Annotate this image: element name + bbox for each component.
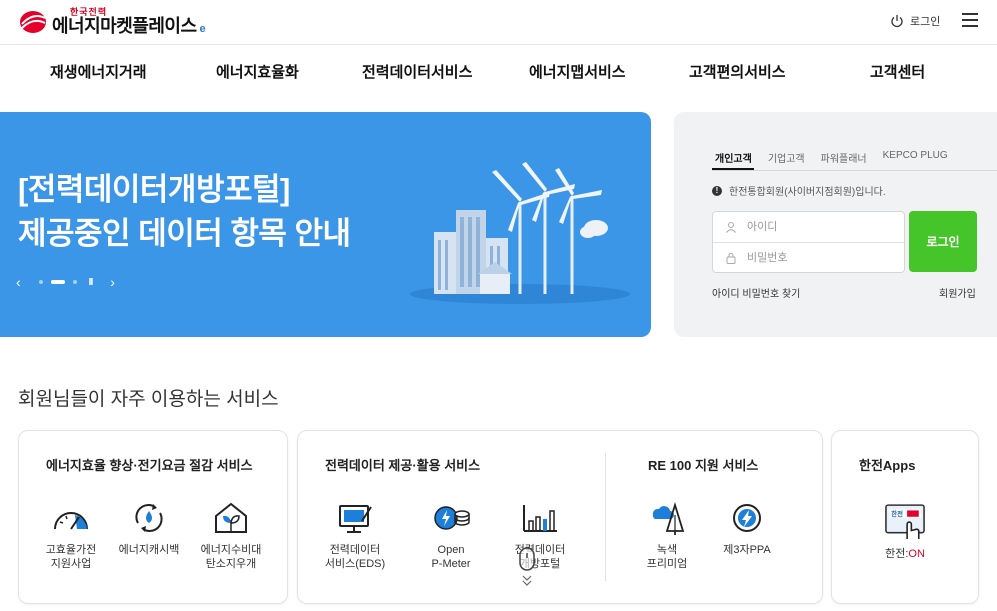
svc-label: 에너지수비대 탄소지우개: [200, 544, 262, 570]
svc-label: 전력데이터 서비스(EDS): [324, 544, 386, 570]
hero-title-line2: 제공중인 데이터 항목 안내: [18, 216, 351, 251]
kepco-on-app-icon: 한전: [885, 504, 925, 539]
svg-text:한전: 한전: [891, 509, 903, 518]
kepco-apps-card: 한전Apps 한전 한전:ON: [831, 430, 979, 604]
app-label-suffix: ON: [908, 548, 925, 560]
svc-open-p-meter[interactable]: Open P-Meter: [411, 501, 491, 571]
app-label-prefix: 한전:: [885, 548, 909, 560]
find-id-password-link[interactable]: 아이디 비밀번호 찾기: [712, 285, 800, 300]
frequent-services-title: 회원님들이 자주 이용하는 서비스: [18, 389, 279, 410]
login-notice-text: 한전통합회원(사이버지점회원)입니다.: [729, 187, 886, 198]
nav-item-efficiency[interactable]: 에너지효율화: [216, 61, 299, 82]
nav-item-power-data[interactable]: 전력데이터서비스: [362, 61, 472, 82]
tab-kepco-plug[interactable]: KEPCO PLUG: [880, 150, 950, 170]
hero-pager: ‹ II ›: [16, 274, 115, 290]
nav-item-customer-center[interactable]: 고객센터: [870, 61, 925, 82]
info-icon: !: [712, 185, 722, 196]
leaf-house-icon: [215, 502, 247, 533]
password-input[interactable]: [745, 251, 899, 265]
id-field-row: [713, 212, 904, 242]
svc-power-data-portal[interactable]: 전력데이터 개방포털: [500, 501, 580, 571]
card2-title-re100: RE 100 지원 서비스: [648, 458, 759, 473]
svc-label: Open P-Meter: [431, 544, 471, 570]
meter-coins-icon: [434, 506, 470, 530]
svc-kepco-on-app[interactable]: 한전 한전:ON: [865, 503, 945, 561]
cloud-tree-icon: [652, 501, 685, 535]
login-panel: 개인고객 기업고객 파워플래너 KEPCO PLUG ! 한전통합회원(사이버지…: [674, 112, 997, 337]
nav-item-customer-convenience[interactable]: 고객편의서비스: [689, 61, 786, 82]
join-link[interactable]: 회원가입: [939, 285, 976, 300]
user-icon: [726, 222, 736, 233]
nav-item-renewable[interactable]: 재생에너지거래: [50, 61, 147, 82]
lock-icon: [726, 253, 736, 264]
hero-title-line1: [전력데이터개방포털]: [18, 172, 290, 207]
logo-title: 에너지마켓플레이스: [52, 16, 197, 36]
monitor-pen-icon: [339, 505, 372, 533]
tab-business[interactable]: 기업고객: [765, 150, 807, 170]
bar-chart-icon: [523, 505, 557, 532]
svc-energy-guard-carbon-eraser[interactable]: 에너지수비대 탄소지우개: [191, 501, 271, 571]
water-drop-cycle-icon: [135, 504, 163, 532]
tab-personal[interactable]: 개인고객: [712, 150, 754, 170]
svc-eds[interactable]: 전력데이터 서비스(EDS): [315, 501, 395, 571]
svc-high-efficiency-appliance[interactable]: 고효율가전 지원사업: [31, 501, 111, 571]
hero-banner[interactable]: [전력데이터개방포털] 제공중인 데이터 항목 안내 ‹ II ›: [0, 112, 651, 337]
svc-green-premium[interactable]: 녹색 프리미엄: [627, 501, 707, 571]
svc-label: 전력데이터 개방포털: [514, 544, 566, 570]
svc-label: 녹색 프리미엄: [646, 544, 688, 570]
power-icon: [891, 15, 903, 28]
svc-label: 에너지캐시백: [118, 544, 180, 556]
hero-title: [전력데이터개방포털] 제공중인 데이터 항목 안내: [18, 168, 351, 256]
login-button[interactable]: 로그인: [909, 211, 977, 272]
header-login-link[interactable]: 로그인: [890, 13, 940, 29]
id-input[interactable]: [745, 220, 899, 234]
hero-dot-2[interactable]: [50, 280, 65, 284]
kepco-logo-mark-icon: [20, 11, 46, 33]
login-tabs: 개인고객 기업고객 파워플래너 KEPCO PLUG: [712, 150, 997, 171]
svc-third-party-ppa[interactable]: 제3자PPA: [707, 501, 787, 557]
data-and-re100-card: 전력데이터 제공·활용 서비스 RE 100 지원 서비스 전력데이터 서비스(…: [297, 430, 823, 604]
efficiency-services-card: 에너지효율 향상·전기요금 절감 서비스 고효율가전 지원사업 에너지캐시백 에…: [18, 430, 288, 604]
card2-title-data: 전력데이터 제공·활용 서비스: [325, 458, 481, 473]
card2-divider: [605, 453, 606, 581]
header-login-label: 로그인: [910, 16, 941, 28]
nav-item-energy-map[interactable]: 에너지맵서비스: [529, 61, 626, 82]
password-field-row: [713, 242, 904, 273]
hero-next-button[interactable]: ›: [110, 274, 115, 290]
login-fields: [712, 211, 905, 273]
scroll-down-indicator-icon: [519, 547, 535, 586]
kepco-logo[interactable]: 한국전력 에너지마켓플레이스 e: [18, 8, 206, 36]
hero-prev-button[interactable]: ‹: [16, 274, 21, 290]
svc-label: 제3자PPA: [723, 544, 771, 556]
hero-dot-1[interactable]: [38, 280, 43, 284]
hero-dot-3[interactable]: [72, 280, 77, 284]
hamburger-menu-icon[interactable]: [962, 13, 978, 27]
header: 한국전력 에너지마켓플레이스 e 로그인: [0, 0, 997, 45]
card1-title: 에너지효율 향상·전기요금 절감 서비스: [46, 458, 253, 473]
login-notice: ! 한전통합회원(사이버지점회원)입니다.: [712, 183, 886, 198]
tab-power-planner[interactable]: 파워플래너: [818, 150, 869, 170]
gauge-icon: [54, 512, 88, 530]
card3-title: 한전Apps: [859, 458, 916, 473]
logo-badge: e: [199, 23, 206, 35]
main-nav: 재생에너지거래 에너지효율화 전력데이터서비스 에너지맵서비스 고객편의서비스 …: [0, 45, 997, 95]
app-label: 한전:ON: [865, 547, 945, 561]
lightning-circle-icon: [733, 504, 761, 532]
svc-energy-cashback[interactable]: 에너지캐시백: [109, 501, 189, 557]
svc-label: 고효율가전 지원사업: [45, 544, 97, 570]
wind-turbine-city-illustration: [410, 162, 630, 304]
hero-pause-button[interactable]: II: [89, 277, 93, 288]
